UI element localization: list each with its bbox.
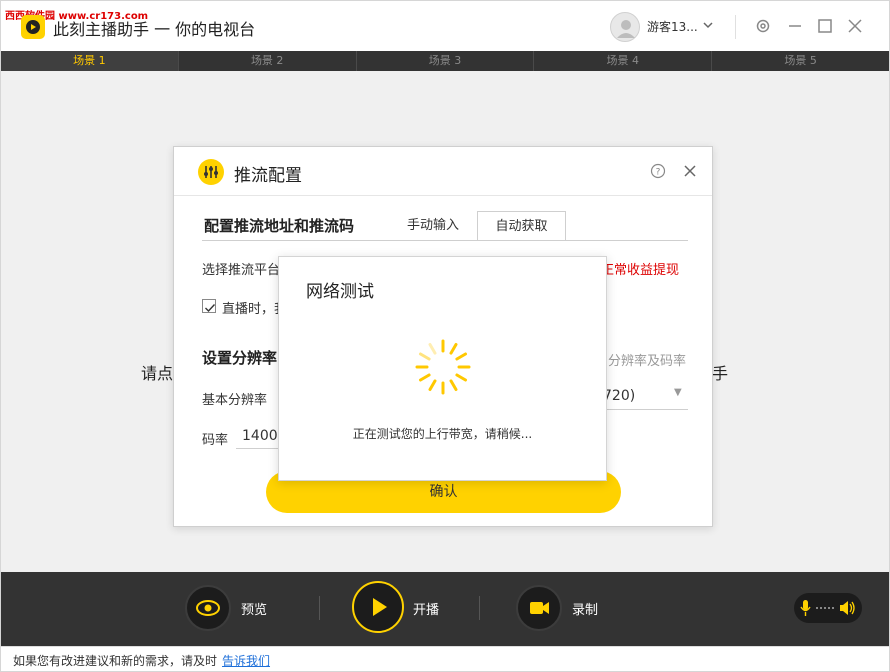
user-icon [617, 20, 635, 38]
base-resolution-label: 基本分辨率 [202, 393, 268, 408]
revenue-link[interactable]: 正常收益提现 [601, 259, 679, 278]
background-hint-right: 手 [712, 364, 729, 383]
feedback-text: 如果您有改进建议和新的需求，请及时 [13, 654, 218, 668]
tab-scene-4[interactable]: 场景 4 [534, 51, 713, 71]
help-icon[interactable]: ? [650, 163, 666, 179]
tab-scene-3[interactable]: 场景 3 [357, 51, 535, 71]
mic-volume-icon [800, 600, 855, 616]
maximize-icon[interactable] [816, 17, 834, 35]
tab-underline [202, 240, 688, 241]
check-icon [205, 304, 216, 313]
sliders-icon [198, 159, 224, 185]
section-resolution-title: 设置分辨率 [202, 349, 278, 367]
close-icon[interactable] [846, 17, 864, 35]
username[interactable]: 游客13... [647, 18, 698, 35]
feedback-link[interactable]: 告诉我们 [222, 652, 270, 669]
loading-spinner-icon [415, 339, 471, 395]
tab-scene-5[interactable]: 场景 5 [712, 51, 889, 71]
network-test-message: 正在测试您的上行带宽，请稍候... [352, 427, 533, 441]
section-stream-title: 配置推流地址和推流码 [204, 217, 355, 235]
select-caret-icon[interactable]: ▼ [674, 387, 682, 398]
tab-scene-2[interactable]: 场景 2 [179, 51, 357, 71]
start-live-label: 开播 [413, 603, 440, 618]
control-bar: 预览 开播 录制 [1, 572, 889, 646]
network-test-title: 网络测试 [306, 282, 374, 302]
network-test-popup: 网络测试 正在测试您的上行带宽，请稍候... [278, 256, 607, 481]
preview-label: 预览 [241, 603, 268, 618]
app-logo-icon [21, 15, 45, 39]
control-divider [479, 596, 480, 620]
camera-icon [530, 602, 549, 614]
titlebar-divider [735, 15, 736, 39]
title-bar: 西西软件园 www.cr173.com 此刻主播助手 一 你的电视台 游客13.… [1, 1, 889, 51]
resolution-select[interactable]: 720) [603, 388, 635, 404]
chevron-down-icon[interactable] [701, 18, 715, 32]
bitrate-input[interactable]: 1400 [236, 423, 280, 449]
platform-label: 选择推流平台 [202, 263, 281, 278]
preview-button[interactable] [185, 585, 231, 631]
live-checkbox[interactable] [202, 299, 216, 313]
dialog-close-icon[interactable] [682, 163, 698, 179]
record-button[interactable] [516, 585, 562, 631]
start-live-button[interactable] [352, 581, 404, 633]
audio-controls[interactable] [794, 593, 862, 623]
scene-tabs: 场景 1 场景 2 场景 3 场景 4 场景 5 [1, 51, 889, 71]
eye-icon [196, 600, 220, 616]
status-bar: 如果您有改进建议和新的需求，请及时 告诉我们 [1, 646, 889, 671]
tab-manual-input[interactable]: 手动输入 [396, 211, 470, 241]
resolution-bitrate-link[interactable]: 分辨率及码率 [608, 350, 686, 369]
app-window: 西西软件园 www.cr173.com 此刻主播助手 一 你的电视台 游客13.… [0, 0, 890, 672]
user-avatar[interactable] [610, 12, 640, 42]
background-hint-left: 请点 [141, 364, 174, 383]
record-label: 录制 [572, 603, 599, 618]
app-title: 此刻主播助手 一 你的电视台 [53, 20, 256, 39]
control-divider [319, 596, 320, 620]
tab-scene-1[interactable]: 场景 1 [1, 51, 179, 71]
gear-icon[interactable] [754, 17, 772, 35]
dialog-title: 推流配置 [234, 166, 302, 186]
tab-auto-fetch[interactable]: 自动获取 [477, 211, 566, 241]
dialog-divider [174, 195, 712, 196]
svg-text:?: ? [656, 168, 661, 178]
play-icon [373, 598, 387, 616]
minimize-icon[interactable] [786, 17, 804, 35]
resolution-underline [598, 409, 688, 410]
bitrate-label: 码率 [202, 433, 229, 448]
